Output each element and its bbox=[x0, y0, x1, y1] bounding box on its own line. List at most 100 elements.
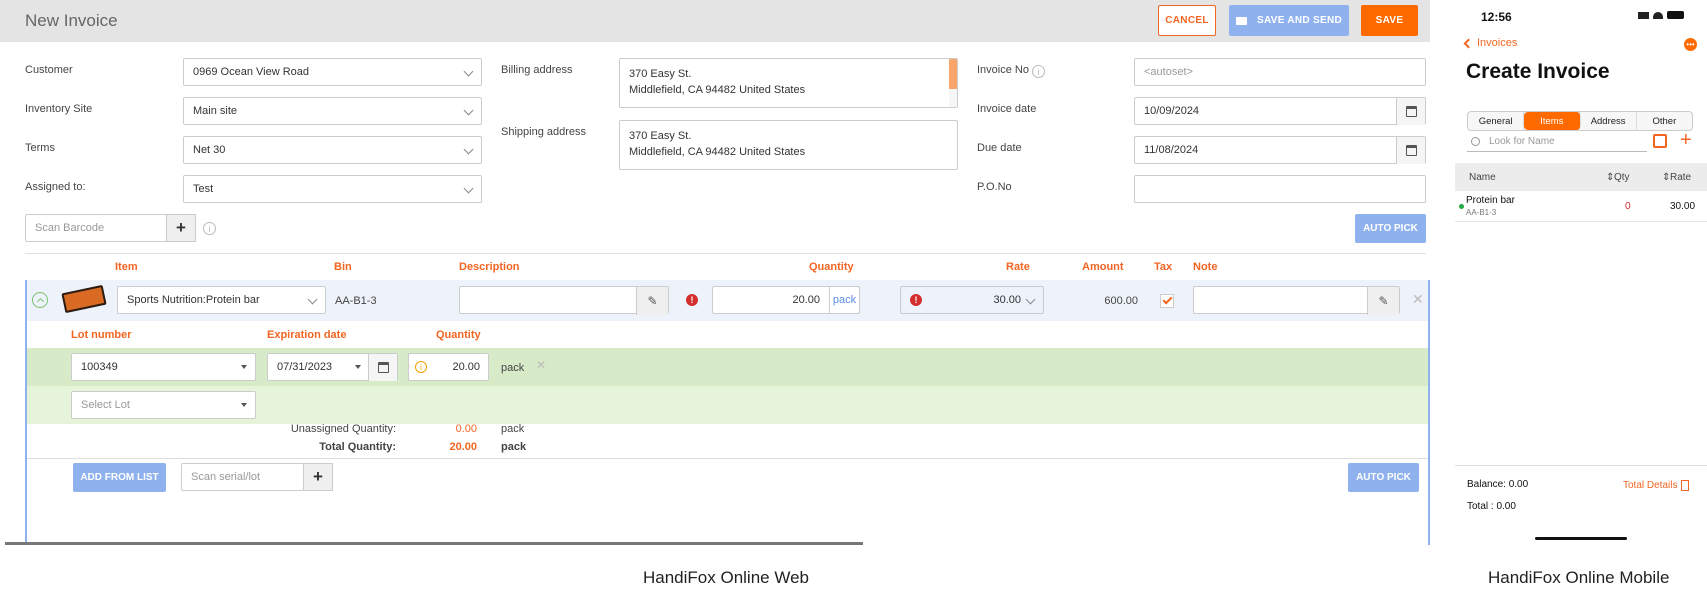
unassigned-unit: pack bbox=[501, 423, 525, 435]
auto-pick-button[interactable]: AUTO PICK bbox=[1355, 214, 1426, 243]
divider bbox=[27, 458, 1428, 459]
calendar-button[interactable] bbox=[1396, 98, 1425, 125]
remove-lot-icon[interactable]: ✕ bbox=[536, 358, 546, 372]
customer-select[interactable]: 0969 Ocean View Road bbox=[183, 58, 482, 86]
assigned-label: Assigned to: bbox=[25, 181, 86, 193]
total-details-link[interactable]: Total Details bbox=[1623, 480, 1690, 491]
lot-value: 100349 bbox=[81, 361, 118, 373]
save-and-send-button[interactable]: SAVE AND SEND bbox=[1229, 5, 1349, 36]
inventory-site-label: Inventory Site bbox=[25, 103, 93, 115]
chevron-down-icon bbox=[463, 183, 474, 194]
billing-line2: Middlefield, CA 94482 United States bbox=[629, 84, 806, 96]
web-caption: HandiFox Online Web bbox=[643, 568, 809, 587]
scan-serial-input[interactable]: Scan serial/lot bbox=[181, 463, 304, 491]
chevron-down-icon bbox=[463, 105, 474, 116]
tab-items[interactable]: Items bbox=[1524, 112, 1581, 130]
invoice-no-placeholder: <autoset> bbox=[1144, 66, 1193, 78]
warning-icon: i bbox=[415, 361, 427, 373]
chevron-down-icon bbox=[463, 66, 474, 77]
tax-checkbox[interactable] bbox=[1160, 294, 1174, 308]
auto-pick-lot-button[interactable]: AUTO PICK bbox=[1348, 463, 1419, 492]
invoice-no-label: Invoice No bbox=[977, 64, 1029, 76]
lot-select[interactable]: 100349 bbox=[71, 353, 256, 381]
item-bin: AA-B1-3 bbox=[1466, 208, 1497, 217]
description-input[interactable]: ✎ bbox=[459, 286, 669, 315]
inventory-site-value: Main site bbox=[193, 105, 238, 117]
calendar-button[interactable] bbox=[1396, 137, 1425, 164]
add-icon[interactable]: + bbox=[1680, 129, 1692, 152]
item-row[interactable]: Protein bar AA-B1-3 0 30.00 bbox=[1455, 192, 1707, 222]
billing-address-label: Billing address bbox=[501, 64, 573, 76]
add-serial-button[interactable]: + bbox=[303, 463, 333, 491]
mobile-title: Create Invoice bbox=[1466, 60, 1610, 83]
expiration-input[interactable]: 07/31/2023 bbox=[267, 353, 398, 381]
unassigned-value: 0.00 bbox=[455, 423, 477, 435]
assigned-select[interactable]: Test bbox=[183, 175, 482, 203]
note-input[interactable]: ✎ bbox=[1193, 286, 1400, 315]
select-lot-placeholder: Select Lot bbox=[81, 399, 130, 411]
column-name-label: Name bbox=[1469, 172, 1496, 183]
info-icon: i bbox=[1032, 65, 1045, 78]
tab-other[interactable]: Other bbox=[1637, 112, 1692, 130]
page-title: New Invoice bbox=[25, 11, 118, 30]
due-date-label: Due date bbox=[977, 142, 1022, 154]
add-barcode-button[interactable]: + bbox=[166, 214, 196, 242]
barcode-scan-icon[interactable] bbox=[1653, 134, 1667, 148]
calendar-icon bbox=[377, 362, 389, 373]
total-quantity-label: Total Quantity: bbox=[319, 441, 396, 453]
remove-line-icon[interactable]: ✕ bbox=[1412, 291, 1424, 308]
customer-value: 0969 Ocean View Road bbox=[193, 66, 309, 78]
search-icon bbox=[1471, 137, 1480, 146]
more-icon[interactable]: ••• bbox=[1684, 38, 1697, 51]
items-header: ⇕ Name ⇕ Qty ⇕ Rate bbox=[1455, 163, 1707, 191]
cancel-button[interactable]: CANCEL bbox=[1158, 5, 1216, 36]
calculator-icon bbox=[1681, 480, 1690, 491]
column-rate: Rate bbox=[1006, 261, 1030, 273]
item-select[interactable]: Sports Nutrition:Protein bar bbox=[117, 286, 326, 314]
calendar-button[interactable] bbox=[368, 354, 397, 381]
chevron-down-icon bbox=[463, 144, 474, 155]
divider bbox=[25, 253, 1426, 254]
column-item: Item bbox=[115, 261, 138, 273]
pencil-icon[interactable]: ✎ bbox=[1367, 287, 1399, 315]
chevron-down-icon bbox=[307, 294, 318, 305]
unit-label: pack bbox=[829, 287, 859, 313]
lot-number-header: Lot number bbox=[71, 329, 132, 341]
column-bin: Bin bbox=[334, 261, 352, 273]
invoice-date-input[interactable]: 10/09/2024 bbox=[1134, 97, 1426, 125]
back-button[interactable]: Invoices bbox=[1463, 37, 1518, 49]
rate-input[interactable]: 30.00 bbox=[900, 286, 1044, 314]
scrollbar[interactable] bbox=[949, 59, 957, 107]
status-time: 12:56 bbox=[1481, 10, 1512, 24]
status-icons bbox=[1638, 11, 1684, 19]
pencil-icon[interactable]: ✎ bbox=[636, 287, 668, 315]
column-amount: Amount bbox=[1082, 261, 1124, 273]
tab-general[interactable]: General bbox=[1468, 112, 1525, 130]
scan-barcode-input[interactable]: Scan Barcode bbox=[25, 214, 167, 242]
collapse-button[interactable] bbox=[32, 292, 48, 308]
scrollbar-horizontal[interactable] bbox=[5, 542, 863, 545]
calendar-icon bbox=[1405, 106, 1417, 117]
shipping-address-field[interactable]: 370 Easy St. Middlefield, CA 94482 Unite… bbox=[619, 120, 958, 170]
column-note: Note bbox=[1193, 261, 1218, 273]
info-icon: i bbox=[203, 222, 216, 235]
save-button[interactable]: SAVE bbox=[1361, 5, 1418, 36]
due-date-input[interactable]: 11/08/2024 bbox=[1134, 136, 1426, 164]
item-qty: 0 bbox=[1625, 201, 1631, 212]
po-input[interactable] bbox=[1134, 175, 1426, 203]
lot-quantity-input[interactable]: i 20.00 bbox=[408, 353, 489, 381]
billing-address-field[interactable]: 370 Easy St. Middlefield, CA 94482 Unite… bbox=[619, 58, 958, 108]
customer-label: Customer bbox=[25, 64, 73, 76]
tab-address[interactable]: Address bbox=[1581, 112, 1637, 130]
inventory-site-select[interactable]: Main site bbox=[183, 97, 482, 125]
select-lot-dropdown[interactable]: Select Lot bbox=[71, 391, 256, 419]
quantity-input[interactable]: 20.00 pack bbox=[712, 286, 860, 314]
add-from-list-button[interactable]: ADD FROM LIST bbox=[73, 463, 166, 492]
invoice-no-input[interactable]: <autoset> bbox=[1134, 58, 1426, 86]
search-field[interactable]: Look for Name bbox=[1467, 132, 1647, 152]
search-placeholder: Look for Name bbox=[1489, 136, 1555, 147]
terms-select[interactable]: Net 30 bbox=[183, 136, 482, 164]
rate-value: 30.00 bbox=[993, 294, 1021, 306]
back-label: Invoices bbox=[1477, 37, 1518, 49]
error-icon: ! bbox=[686, 294, 698, 306]
